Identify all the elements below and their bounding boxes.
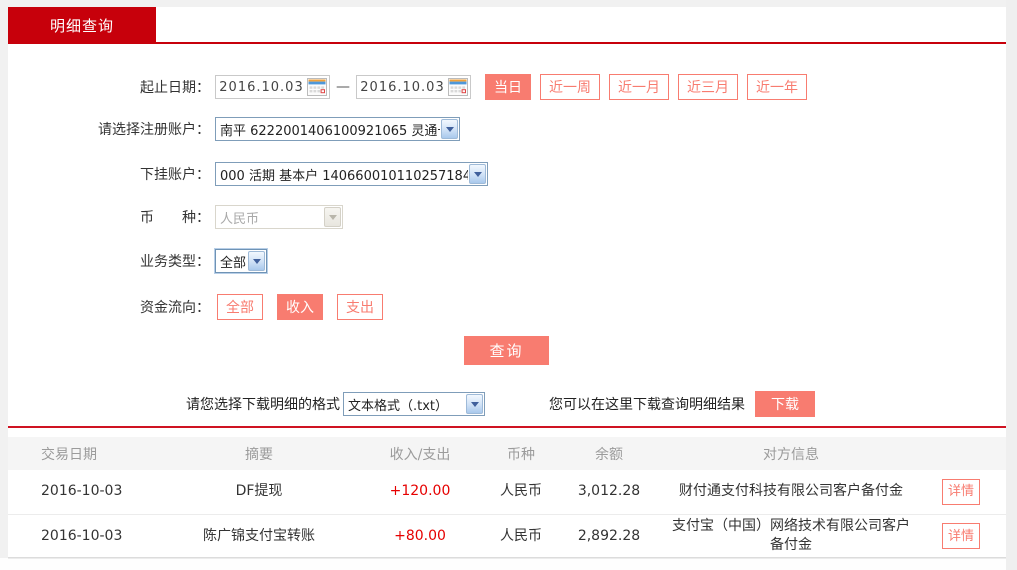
registered-account-select[interactable]: 南平 6222001406100921065 灵通卡 <box>215 117 460 141</box>
tab-label: 明细查询 <box>50 15 114 36</box>
cell-summary: 陈广锦支付宝转账 <box>168 514 350 558</box>
flow-expense-button[interactable]: 支出 <box>337 294 383 320</box>
chevron-down-icon[interactable] <box>466 394 483 414</box>
business-type-label: 业务类型： <box>8 251 210 271</box>
calendar-icon[interactable] <box>307 78 327 96</box>
download-format-select[interactable]: 文本格式（.txt） <box>343 392 485 416</box>
sub-account-select[interactable]: 000 活期 基本户 1406600101102571848 <box>215 162 488 186</box>
cell-counterparty: 支付宝（中国）网络技术有限公司客户备付金 <box>666 514 916 558</box>
chevron-down-icon[interactable] <box>441 119 458 139</box>
currency-select: 人民币 <box>215 205 343 229</box>
transactions-table: 交易日期 摘要 收入/支出 币种 余额 对方信息 2016-10-03 DF提现… <box>8 437 1006 559</box>
header-date: 交易日期 <box>8 437 168 470</box>
page-right-gutter <box>1006 0 1017 570</box>
sub-account-label: 下挂账户： <box>8 164 210 184</box>
tab-detail-query[interactable]: 明细查询 <box>8 7 156 43</box>
cell-balance: 3,012.28 <box>552 470 666 514</box>
tab-underline <box>8 42 1006 44</box>
quick-range-year-button[interactable]: 近一年 <box>747 74 807 100</box>
detail-query-panel: 明细查询 起止日期： 2016.10.03 <box>8 7 1006 558</box>
flow-all-button[interactable]: 全部 <box>217 294 263 320</box>
quick-range-month-button[interactable]: 近一月 <box>609 74 669 100</box>
business-type-row: 业务类型： 全部 <box>8 249 267 273</box>
header-balance: 余额 <box>552 437 666 470</box>
date-to-value: 2016.10.03 <box>357 80 448 95</box>
table-row: 2016-10-03 DF提现 +120.00 人民币 3,012.28 财付通… <box>8 470 1006 514</box>
cell-amount: +80.00 <box>350 514 490 558</box>
date-range-row: 起止日期： 2016.10.03 — 20 <box>8 73 807 101</box>
date-range-separator: — <box>336 79 350 95</box>
query-button[interactable]: 查询 <box>464 336 549 365</box>
header-counterparty: 对方信息 <box>666 437 916 470</box>
detail-button[interactable]: 详情 <box>942 523 980 549</box>
registered-account-row: 请选择注册账户： 南平 6222001406100921065 灵通卡 <box>8 117 460 141</box>
header-amount: 收入/支出 <box>350 437 490 470</box>
business-type-value: 全部 <box>216 252 247 271</box>
cell-action: 详情 <box>916 514 1006 558</box>
download-button[interactable]: 下载 <box>755 391 815 417</box>
page: 明细查询 起止日期： 2016.10.03 <box>0 0 1017 570</box>
page-bottom-strip <box>0 558 1006 570</box>
download-format-value: 文本格式（.txt） <box>344 395 465 414</box>
flow-income-button[interactable]: 收入 <box>277 294 323 320</box>
date-to-input[interactable]: 2016.10.03 <box>356 75 471 99</box>
cell-date: 2016-10-03 <box>8 470 168 514</box>
cell-action: 详情 <box>916 470 1006 514</box>
download-format-label: 请您选择下载明细的格式 <box>186 394 340 414</box>
business-type-select[interactable]: 全部 <box>215 249 267 273</box>
sub-account-value: 000 活期 基本户 1406600101102571848 <box>216 165 468 184</box>
registered-account-label: 请选择注册账户： <box>8 119 210 139</box>
fund-flow-row: 资金流向： 全部 收入 支出 <box>8 294 383 320</box>
download-hint-text: 您可以在这里下载查询明细结果 <box>549 394 745 414</box>
calendar-icon[interactable] <box>448 78 468 96</box>
date-from-value: 2016.10.03 <box>216 80 307 95</box>
cell-counterparty: 财付通支付科技有限公司客户备付金 <box>666 470 916 514</box>
currency-label: 币 种： <box>8 207 210 227</box>
cell-balance: 2,892.28 <box>552 514 666 558</box>
table-header-row: 交易日期 摘要 收入/支出 币种 余额 对方信息 <box>8 437 1006 470</box>
quick-range-week-button[interactable]: 近一周 <box>540 74 600 100</box>
header-summary: 摘要 <box>168 437 350 470</box>
registered-account-value: 南平 6222001406100921065 灵通卡 <box>216 120 440 139</box>
fund-flow-label: 资金流向： <box>8 297 210 317</box>
cell-currency: 人民币 <box>490 514 552 558</box>
download-row: 请您选择下载明细的格式 文本格式（.txt） 您可以在这里下载查询明细结果 下载 <box>8 391 1006 417</box>
chevron-down-icon[interactable] <box>248 251 265 271</box>
quick-range-quarter-button[interactable]: 近三月 <box>678 74 738 100</box>
table-row: 2016-10-03 陈广锦支付宝转账 +80.00 人民币 2,892.28 … <box>8 514 1006 558</box>
cell-currency: 人民币 <box>490 470 552 514</box>
chevron-down-icon <box>324 207 341 227</box>
cell-summary: DF提现 <box>168 470 350 514</box>
currency-row: 币 种： 人民币 <box>8 205 343 229</box>
detail-button[interactable]: 详情 <box>942 479 980 505</box>
quick-range-today-button[interactable]: 当日 <box>485 74 531 100</box>
currency-value: 人民币 <box>216 208 323 227</box>
table-top-rule <box>8 426 1006 428</box>
date-range-label: 起止日期： <box>8 77 210 97</box>
sub-account-row: 下挂账户： 000 活期 基本户 1406600101102571848 <box>8 162 488 186</box>
header-action <box>916 437 1006 470</box>
date-from-input[interactable]: 2016.10.03 <box>215 75 330 99</box>
cell-date: 2016-10-03 <box>8 514 168 558</box>
cell-amount: +120.00 <box>350 470 490 514</box>
header-currency: 币种 <box>490 437 552 470</box>
chevron-down-icon[interactable] <box>469 164 486 184</box>
